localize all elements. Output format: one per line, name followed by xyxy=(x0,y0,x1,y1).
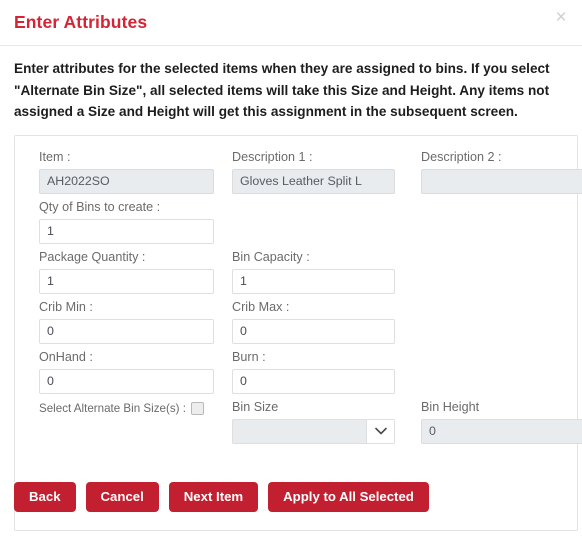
item-field: Item : xyxy=(39,150,214,194)
crib-max-label: Crib Max : xyxy=(232,299,290,314)
qty-of-bins-input[interactable] xyxy=(39,218,214,244)
form-row: Select Alternate Bin Size(s) : Bin Size … xyxy=(29,400,582,450)
bin-capacity-label: Bin Capacity : xyxy=(232,249,310,264)
alternate-bin-size-field[interactable]: Select Alternate Bin Size(s) : xyxy=(39,401,204,415)
crib-max-field: Crib Max : xyxy=(232,300,395,344)
description2-field: Description 2 : xyxy=(421,150,582,194)
package-quantity-label: Package Quantity : xyxy=(39,249,146,264)
modal-button-bar: Back Cancel Next Item Apply to All Selec… xyxy=(14,482,429,512)
page-title: Enter Attributes xyxy=(14,12,148,32)
crib-min-input[interactable] xyxy=(39,318,214,344)
description2-label: Description 2 : xyxy=(421,149,502,164)
item-label: Item : xyxy=(39,149,71,164)
burn-input[interactable] xyxy=(232,368,395,394)
back-button[interactable]: Back xyxy=(14,482,76,512)
form-row: Package Quantity : Bin Capacity : xyxy=(29,250,561,300)
item-input[interactable] xyxy=(39,168,214,194)
apply-to-all-selected-button[interactable]: Apply to All Selected xyxy=(268,482,429,512)
alternate-bin-size-label: Select Alternate Bin Size(s) : xyxy=(39,401,186,415)
intro-text: Enter attributes for the selected items … xyxy=(14,61,550,119)
chevron-down-icon xyxy=(366,419,394,443)
next-item-button[interactable]: Next Item xyxy=(168,482,259,512)
onhand-label: OnHand : xyxy=(39,349,93,364)
bin-capacity-field: Bin Capacity : xyxy=(232,250,395,294)
crib-max-input[interactable] xyxy=(232,318,395,344)
description2-input[interactable] xyxy=(421,168,582,194)
bin-height-field: Bin Height xyxy=(421,400,582,444)
crib-min-field: Crib Min : xyxy=(39,300,214,344)
form-row: Qty of Bins to create : xyxy=(29,200,561,250)
enter-attributes-modal: Enter Attributes × Enter attributes for … xyxy=(0,0,582,549)
attributes-form-panel: Item : Description 1 : Description 2 : Q… xyxy=(14,134,582,531)
bin-size-label: Bin Size xyxy=(232,399,279,414)
crib-min-label: Crib Min : xyxy=(39,299,93,314)
description1-label: Description 1 : xyxy=(232,149,313,164)
package-quantity-field: Package Quantity : xyxy=(39,250,214,294)
bin-capacity-input[interactable] xyxy=(232,268,395,294)
form-row: OnHand : Burn : xyxy=(29,350,561,400)
alternate-bin-size-checkbox[interactable] xyxy=(190,401,204,415)
close-icon[interactable]: × xyxy=(550,7,572,29)
form-row: Item : Description 1 : Description 2 : xyxy=(29,150,582,200)
qty-of-bins-field: Qty of Bins to create : xyxy=(39,200,214,244)
burn-label: Burn : xyxy=(232,349,266,364)
package-quantity-input[interactable] xyxy=(39,268,214,294)
bin-height-input[interactable] xyxy=(421,418,582,444)
bin-size-field: Bin Size xyxy=(232,400,395,444)
description1-field: Description 1 : xyxy=(232,150,395,194)
modal-header: Enter Attributes × xyxy=(0,0,582,45)
form-row: Crib Min : Crib Max : xyxy=(29,300,561,350)
onhand-field: OnHand : xyxy=(39,350,214,394)
bin-size-select[interactable] xyxy=(232,418,395,444)
burn-field: Burn : xyxy=(232,350,395,394)
onhand-input[interactable] xyxy=(39,368,214,394)
qty-of-bins-label: Qty of Bins to create : xyxy=(39,199,161,214)
description1-input[interactable] xyxy=(232,168,395,194)
bin-height-label: Bin Height xyxy=(421,399,480,414)
cancel-button[interactable]: Cancel xyxy=(85,482,159,512)
